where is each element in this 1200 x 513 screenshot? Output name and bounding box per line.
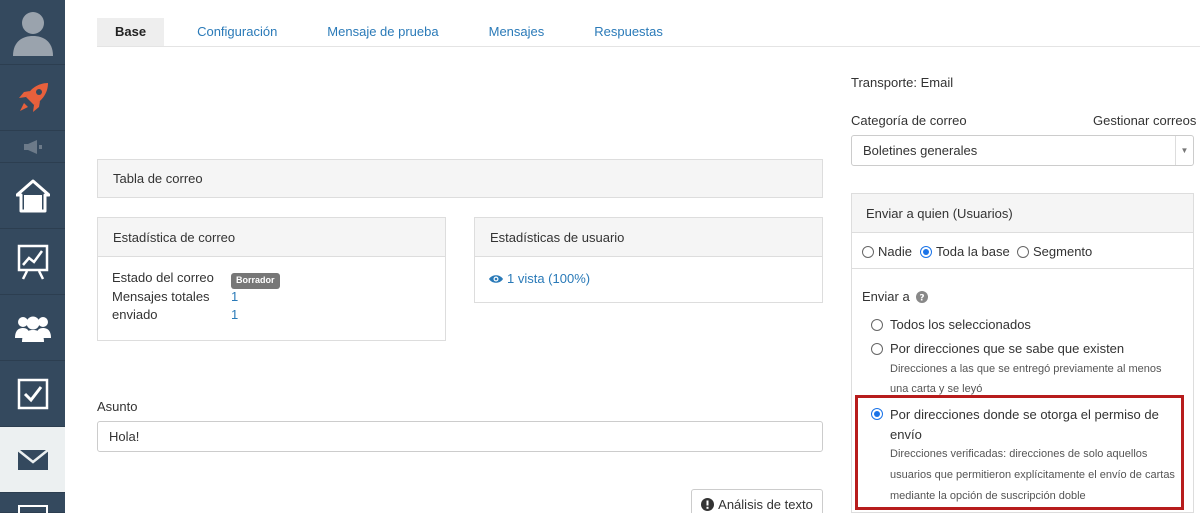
- stat-value-link[interactable]: 1: [231, 306, 238, 325]
- transport-label: Transporte: Email: [851, 75, 954, 90]
- stat-row-sent: enviado 1: [112, 306, 445, 325]
- sidebar-item-more[interactable]: [0, 493, 65, 513]
- sidebar-item-contacts[interactable]: [0, 295, 65, 361]
- mail-stats-panel: Estadística de correo Estado del correo …: [97, 217, 446, 341]
- audience-radio-group: Nadie Toda la base Segmento: [852, 233, 1193, 269]
- mail-table-title[interactable]: Tabla de correo: [98, 160, 822, 197]
- sidebar-item-email[interactable]: [0, 427, 65, 493]
- manage-emails-link[interactable]: Gestionar correos: [1093, 113, 1196, 128]
- desc-line: Direcciones a las que se entregó previam…: [890, 363, 1162, 375]
- help-icon[interactable]: ?: [915, 290, 928, 303]
- stat-row-status: Estado del correo Borrador: [112, 269, 445, 289]
- tab-respuestas[interactable]: Respuestas: [576, 18, 681, 46]
- audience-option-segmento[interactable]: Segmento: [1017, 244, 1092, 259]
- category-selected: Boletines generales: [863, 143, 978, 158]
- chart-board-icon: [17, 244, 48, 280]
- text-analysis-label: Análisis de texto: [718, 496, 813, 512]
- tab-mensaje-de-prueba[interactable]: Mensaje de prueba: [309, 18, 456, 46]
- user-silhouette-icon: [12, 12, 53, 56]
- tab-mensajes[interactable]: Mensajes: [471, 18, 563, 46]
- tab-bar: Base Configuración Mensaje de prueba Men…: [97, 18, 695, 46]
- mail-stats-body: Estado del correo Borrador Mensajes tota…: [98, 257, 445, 325]
- stat-value-link[interactable]: 1: [231, 288, 238, 307]
- status-badge-wrap: Borrador: [231, 269, 280, 289]
- user-stats-panel: Estadísticas de usuario 1 vista (100%): [474, 217, 823, 303]
- send-mode-option-label: Todos los seleccionados: [890, 317, 1031, 332]
- radio-toda-la-base[interactable]: [920, 245, 932, 258]
- tab-divider: [97, 46, 1200, 47]
- text-analysis-button[interactable]: Análisis de texto: [691, 489, 823, 513]
- chevron-down-icon: ▼: [1175, 136, 1193, 165]
- rocket-icon: [18, 82, 48, 112]
- radio-known-addresses[interactable]: [871, 342, 883, 355]
- highlight-box: [855, 395, 1184, 510]
- mail-table-panel: Tabla de correo: [97, 159, 823, 198]
- audience-label: Segmento: [1033, 244, 1093, 259]
- send-mode-label-row: Enviar a ?: [862, 289, 928, 304]
- mail-stats-title: Estadística de correo: [98, 218, 445, 257]
- audience-label: Toda la base: [936, 244, 1010, 259]
- audience-option-nadie[interactable]: Nadie: [862, 244, 912, 259]
- users-icon: [14, 316, 51, 342]
- info-circle-icon: [701, 497, 715, 511]
- sidebar-item-launch[interactable]: [0, 65, 65, 131]
- status-badge: Borrador: [231, 273, 280, 289]
- sidebar-item-reports[interactable]: [0, 229, 65, 295]
- radio-nadie[interactable]: [862, 245, 874, 258]
- send-mode-option-all[interactable]: Todos los seleccionados: [871, 317, 1031, 332]
- svg-text:?: ?: [919, 293, 924, 303]
- user-stats-body: 1 vista (100%): [475, 257, 822, 286]
- tab-configuracion[interactable]: Configuración: [179, 18, 295, 46]
- subject-input[interactable]: Hola!: [97, 421, 823, 452]
- subject-label: Asunto: [97, 399, 138, 414]
- send-mode-label: Enviar a: [862, 289, 910, 304]
- sidebar: [0, 0, 65, 513]
- doc-icon: [17, 504, 48, 513]
- category-select[interactable]: Boletines generales ▼: [851, 135, 1194, 166]
- send-to-title: Enviar a quien (Usuarios): [852, 194, 1193, 233]
- envelope-icon: [16, 448, 49, 470]
- home-icon: [15, 179, 50, 212]
- category-label: Categoría de correo: [851, 113, 967, 128]
- audience-option-toda-la-base[interactable]: Toda la base: [920, 244, 1010, 259]
- subject-value: Hola!: [109, 429, 140, 444]
- stat-key: Estado del correo: [112, 270, 214, 285]
- radio-all-selected[interactable]: [871, 318, 883, 331]
- eye-icon: [489, 274, 503, 283]
- sidebar-item-home[interactable]: [0, 163, 65, 229]
- views-link[interactable]: 1 vista (100%): [507, 271, 590, 286]
- audience-label: Nadie: [878, 244, 912, 259]
- sidebar-item-announcements[interactable]: [0, 131, 65, 163]
- send-mode-option-desc: Direcciones a las que se entregó previam…: [890, 359, 1161, 399]
- sidebar-item-tasks[interactable]: [0, 361, 65, 427]
- radio-segmento[interactable]: [1017, 245, 1029, 258]
- sidebar-avatar[interactable]: [0, 0, 65, 65]
- checkbox-icon: [17, 378, 48, 409]
- megaphone-icon: [23, 139, 42, 154]
- user-stats-title: Estadísticas de usuario: [475, 218, 822, 257]
- stat-row-total: Mensajes totales 1: [112, 288, 445, 307]
- send-mode-option-known[interactable]: Por direcciones que se sabe que existen: [871, 341, 1124, 356]
- tab-base[interactable]: Base: [97, 18, 165, 46]
- stat-key: Mensajes totales: [112, 288, 210, 304]
- send-mode-option-label: Por direcciones que se sabe que existen: [890, 341, 1125, 356]
- stat-key: enviado: [112, 307, 158, 322]
